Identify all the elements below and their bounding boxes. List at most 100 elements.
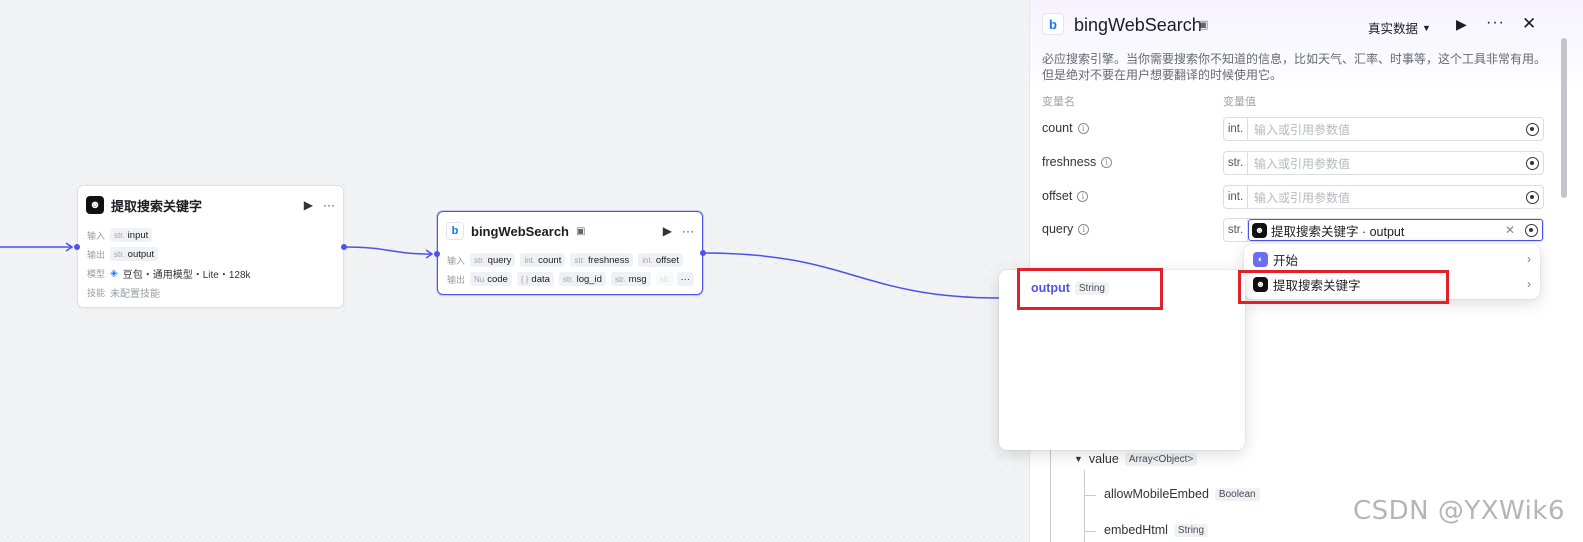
- type-tag: Array<Object>: [1124, 452, 1198, 466]
- output-tag-truncated: str.: [655, 272, 675, 286]
- chevron-right-icon: ›: [1527, 277, 1531, 291]
- var-input-offset[interactable]: int. 输入或引用参数值: [1223, 185, 1544, 209]
- output-tag: Nu code: [470, 272, 512, 286]
- bing-output-port[interactable]: [700, 250, 706, 256]
- plugin-badge-icon: ▣: [576, 225, 586, 237]
- panel-description: 必应搜索引擎。当你需要搜索你不知道的信息，比如天气、汇率、时事等，这个工具非常有…: [1042, 52, 1547, 82]
- info-icon[interactable]: i: [1077, 122, 1089, 134]
- run-icon[interactable]: ▶: [663, 224, 672, 238]
- edge-extract-to-bing: [343, 246, 433, 255]
- var-input-query[interactable]: str. ☻ 提取搜索关键字 · output ✕: [1223, 218, 1544, 242]
- node-skill-row: 技能 未配置技能: [87, 284, 335, 300]
- mode-select-label: 真实数据: [1368, 22, 1419, 36]
- llm-robot-icon: ☻: [86, 196, 104, 214]
- highlight-box-node: [1238, 270, 1449, 304]
- type-indicator: str.: [1224, 219, 1248, 241]
- node-input-row: 输入 str. input: [87, 227, 335, 243]
- output-tag: str. msg: [610, 272, 651, 286]
- output-tag: str. output: [110, 247, 159, 261]
- col-header-name: 变量名: [1042, 96, 1075, 108]
- more-outputs-button[interactable]: ···: [676, 272, 694, 286]
- close-icon[interactable]: ✕: [1522, 14, 1536, 34]
- bing-input-port[interactable]: [434, 251, 440, 257]
- tree-item-value[interactable]: ▼ value Array<Object>: [1074, 452, 1198, 466]
- caret-down-icon: ▼: [1422, 22, 1431, 33]
- node-output-row: 输出 str. output: [87, 246, 335, 262]
- type-tag: String: [1173, 523, 1209, 537]
- reference-variable-icon[interactable]: [1526, 122, 1539, 136]
- input-tag: str. freshness: [570, 253, 634, 267]
- doubao-model-icon: ◈: [110, 267, 118, 279]
- run-icon[interactable]: ▶: [1456, 16, 1467, 33]
- input-tag: int. offset: [638, 253, 683, 267]
- placeholder: 输入或引用参数值: [1254, 156, 1351, 171]
- start-node-icon: ◐: [1253, 251, 1268, 267]
- bing-icon: b: [446, 222, 464, 240]
- node-title: bingWebSearch: [471, 223, 570, 239]
- panel-scrollbar[interactable]: [1561, 38, 1567, 198]
- node-header: ☻ 提取搜索关键字 ▶ ···: [86, 194, 335, 216]
- input-tag: str. query: [470, 253, 516, 267]
- type-indicator: int.: [1224, 186, 1248, 208]
- more-icon[interactable]: ···: [323, 198, 335, 212]
- info-icon[interactable]: i: [1101, 156, 1113, 168]
- reference-variable-icon[interactable]: [1526, 190, 1539, 204]
- input-label: 输入: [447, 255, 466, 266]
- caret-down-icon[interactable]: ▼: [1074, 454, 1083, 464]
- type-indicator: int.: [1224, 118, 1248, 140]
- skill-label: 技能: [87, 287, 106, 298]
- model-value: 豆包・通用模型・Lite・128k: [122, 269, 251, 281]
- placeholder: 输入或引用参数值: [1254, 122, 1351, 137]
- chevron-right-icon: ›: [1527, 252, 1531, 266]
- input-tag: str. input: [110, 228, 153, 242]
- tree-item-allowMobileEmbed: allowMobileEmbed Boolean: [1104, 487, 1260, 501]
- panel-title: bingWebSearch: [1074, 15, 1202, 35]
- var-name-count: count i: [1042, 121, 1089, 135]
- var-input-freshness[interactable]: str. 输入或引用参数值: [1223, 151, 1544, 175]
- node-extract-keywords[interactable]: ☻ 提取搜索关键字 ▶ ··· 输入 str. input 输出 str. outp…: [77, 185, 344, 308]
- input-label: 输入: [87, 230, 106, 241]
- node-title: 提取搜索关键字: [111, 198, 203, 214]
- reference-value: 提取搜索关键字 · output: [1271, 224, 1405, 239]
- mode-select[interactable]: 真实数据 ▼: [1368, 18, 1431, 37]
- type-indicator: str.: [1224, 152, 1248, 174]
- extract-input-port[interactable]: [74, 244, 80, 250]
- watermark: CSDN @YXWik6: [1352, 496, 1565, 526]
- info-icon[interactable]: i: [1077, 190, 1089, 202]
- output-tag: str. log_id: [558, 272, 606, 286]
- info-icon[interactable]: i: [1078, 223, 1090, 235]
- more-icon[interactable]: ···: [682, 224, 694, 238]
- run-icon[interactable]: ▶: [304, 198, 313, 212]
- col-header-value: 变量值: [1223, 96, 1256, 108]
- reference-variable-icon[interactable]: [1525, 223, 1538, 237]
- var-name-query: query i: [1042, 222, 1090, 236]
- edge-bing-to-next: [703, 252, 1001, 299]
- bing-icon: b: [1042, 13, 1064, 35]
- highlight-box-output: [1017, 268, 1163, 310]
- node-input-row: 输入 str. query int. count str. freshness int…: [447, 252, 694, 268]
- reference-chip[interactable]: ☻ 提取搜索关键字 · output ✕: [1248, 219, 1543, 241]
- type-tag: Boolean: [1214, 487, 1260, 501]
- input-tag: int. count: [520, 253, 566, 267]
- var-name-freshness: freshness i: [1042, 155, 1113, 169]
- skill-value: 未配置技能: [110, 288, 160, 300]
- model-label: 模型: [87, 268, 106, 279]
- output-label: 输出: [87, 249, 106, 260]
- node-header: b bingWebSearch ▣ ▶ ···: [446, 220, 694, 242]
- reference-variable-icon[interactable]: [1526, 156, 1539, 170]
- output-tag: { } data: [516, 272, 554, 286]
- node-output-row: 输出 Nu code { } data str. log_id str. msg str…: [447, 271, 694, 287]
- output-label: 输出: [447, 274, 466, 285]
- clear-icon[interactable]: ✕: [1505, 223, 1515, 237]
- plugin-badge-icon: ▣: [1198, 19, 1209, 31]
- dropdown-item-start[interactable]: ◐ 开始 ›: [1253, 248, 1531, 270]
- node-model-row: 模型 ◈ 豆包・通用模型・Lite・128k: [87, 265, 335, 281]
- var-name-offset: offset i: [1042, 189, 1089, 203]
- placeholder: 输入或引用参数值: [1254, 190, 1351, 205]
- var-input-count[interactable]: int. 输入或引用参数值: [1223, 117, 1544, 141]
- llm-robot-icon: ☻: [1252, 222, 1267, 238]
- extract-output-port[interactable]: [341, 244, 347, 250]
- node-bing-web-search[interactable]: b bingWebSearch ▣ ▶ ··· 输入 str. query int…: [437, 211, 703, 295]
- tree-item-embedHtml: embedHtml String: [1104, 523, 1209, 537]
- more-icon[interactable]: ···: [1486, 14, 1505, 32]
